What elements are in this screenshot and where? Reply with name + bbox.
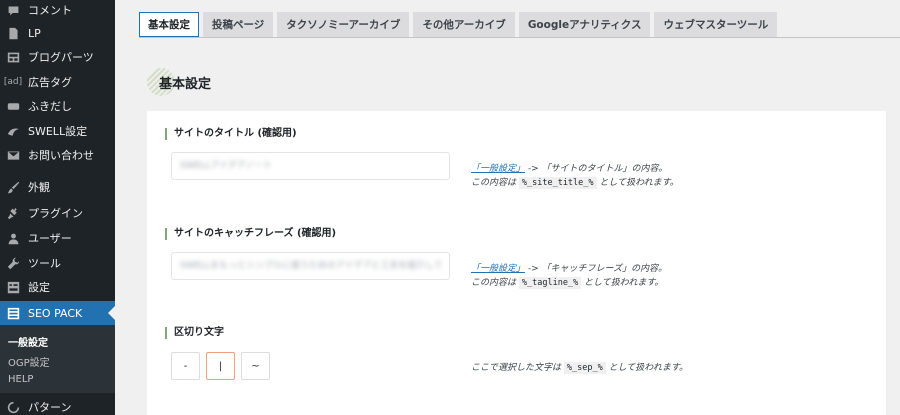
separator-label: 区切り文字 [165,327,224,339]
tab-taxonomy-archive[interactable]: タクソノミーアーカイブ [277,12,410,37]
menu-label: 外観 [28,181,50,194]
menu-label: 設定 [28,281,50,294]
menu-label: SEO PACK [28,306,83,320]
general-settings-link[interactable]: 「一般設定」 [471,164,525,174]
menu-label: ふきだし [28,100,72,113]
menu-item-seo-pack[interactable]: SEO PACK [0,301,115,325]
pattern-icon [6,400,20,414]
site-title-value: SWELLアイデアノート [180,161,273,171]
menu-item-lp[interactable]: LP [0,21,115,45]
comment-icon [6,3,20,17]
tagline-field[interactable]: SWELLをもっとシンプルに使うためのアイデアと工夫を紹介していくブログ [171,252,450,280]
tab-webmaster-tools[interactable]: ウェブマスターツール [654,12,778,37]
submenu-general-settings[interactable]: 一般設定 [8,334,48,349]
menu-item-users[interactable]: ユーザー [0,226,115,250]
separator-option-pipe[interactable]: | [206,352,235,380]
layout-icon [6,50,20,64]
menu-label: 広告タグ [28,76,72,89]
admin-sidebar: コメント LP ブログパーツ [ad] 広告タグ ふきだし SWELL設定 お問… [0,0,115,415]
menu-label: ユーザー [28,232,72,245]
general-settings-link[interactable]: 「一般設定」 [471,264,525,274]
user-icon [6,231,20,245]
menu-label: コメント [28,4,72,17]
tab-divider [139,37,900,38]
speech-bubble-icon [6,99,20,113]
document-icon [6,26,20,40]
menu-item-tools[interactable]: ツール [0,251,115,275]
wrench-icon [6,256,20,270]
tagline-code: %_tagline_% [518,277,582,289]
list-icon [6,306,20,320]
menu-item-appearance[interactable]: 外観 [0,175,115,199]
menu-label: ツール [28,257,61,270]
paintbrush-icon [6,180,20,194]
plugin-icon [6,206,20,220]
separator-option-tilde[interactable]: ~ [241,352,270,380]
separator-option-dash[interactable]: - [171,352,200,380]
site-title-label: サイトのタイトル (確認用) [165,128,297,140]
menu-item-plugins[interactable]: プラグイン [0,201,115,225]
settings-panel: サイトのタイトル (確認用) SWELLアイデアノート 「一般設定」 -> 「サ… [147,111,886,415]
menu-item-comments[interactable]: コメント [0,0,115,22]
separator-code: %_sep_% [563,362,606,374]
settings-icon [6,280,20,294]
separator-help: ここで選択した文字は %_sep_% として扱われます。 [471,362,688,374]
section-heading: 基本設定 [147,66,347,96]
menu-item-patterns[interactable]: パターン [0,395,115,415]
menu-item-settings[interactable]: 設定 [0,275,115,299]
submenu-help[interactable]: HELP [8,374,33,385]
seo-pack-submenu: 一般設定 OGP設定 HELP [0,325,115,393]
tagline-value: SWELLをもっとシンプルに使うためのアイデアと工夫を紹介していくブログ [180,261,441,271]
tab-other-archive[interactable]: その他アーカイブ [413,12,515,37]
settings-tabs: 基本設定 投稿ページ タクソノミーアーカイブ その他アーカイブ Googleアナ… [139,12,781,37]
tab-post-page[interactable]: 投稿ページ [203,12,274,37]
swell-icon [6,124,20,138]
tagline-help: 「一般設定」 -> 「キャッチフレーズ」の内容。 この内容は %_tagline… [471,264,668,289]
tab-basic-settings[interactable]: 基本設定 [139,12,199,37]
menu-label: ブログパーツ [28,51,94,64]
tab-google-analytics[interactable]: Googleアナリティクス [518,12,651,37]
menu-item-blog-parts[interactable]: ブログパーツ [0,45,115,69]
section-title: 基本設定 [159,77,212,92]
current-menu-arrow [108,306,115,320]
site-title-help: 「一般設定」 -> 「サイトのタイトル」の内容。 この内容は %_site_ti… [471,164,679,189]
menu-item-swell-settings[interactable]: SWELL設定 [0,119,115,143]
ad-icon: [ad] [3,77,23,87]
menu-item-ad-tag[interactable]: [ad] 広告タグ [0,70,115,94]
menu-label: LP [28,26,41,40]
menu-item-speech-bubble[interactable]: ふきだし [0,94,115,118]
menu-label: パターン [28,401,72,414]
submenu-ogp-settings[interactable]: OGP設定 [8,354,50,369]
menu-item-contact[interactable]: お問い合わせ [0,143,115,167]
mail-icon [6,148,20,162]
site-title-code: %_site_title_% [518,177,597,189]
menu-label: お問い合わせ [28,149,94,162]
menu-label: プラグイン [28,207,83,220]
site-title-field[interactable]: SWELLアイデアノート [171,152,450,180]
menu-label: SWELL設定 [28,125,88,138]
tagline-label: サイトのキャッチフレーズ (確認用) [165,228,336,240]
